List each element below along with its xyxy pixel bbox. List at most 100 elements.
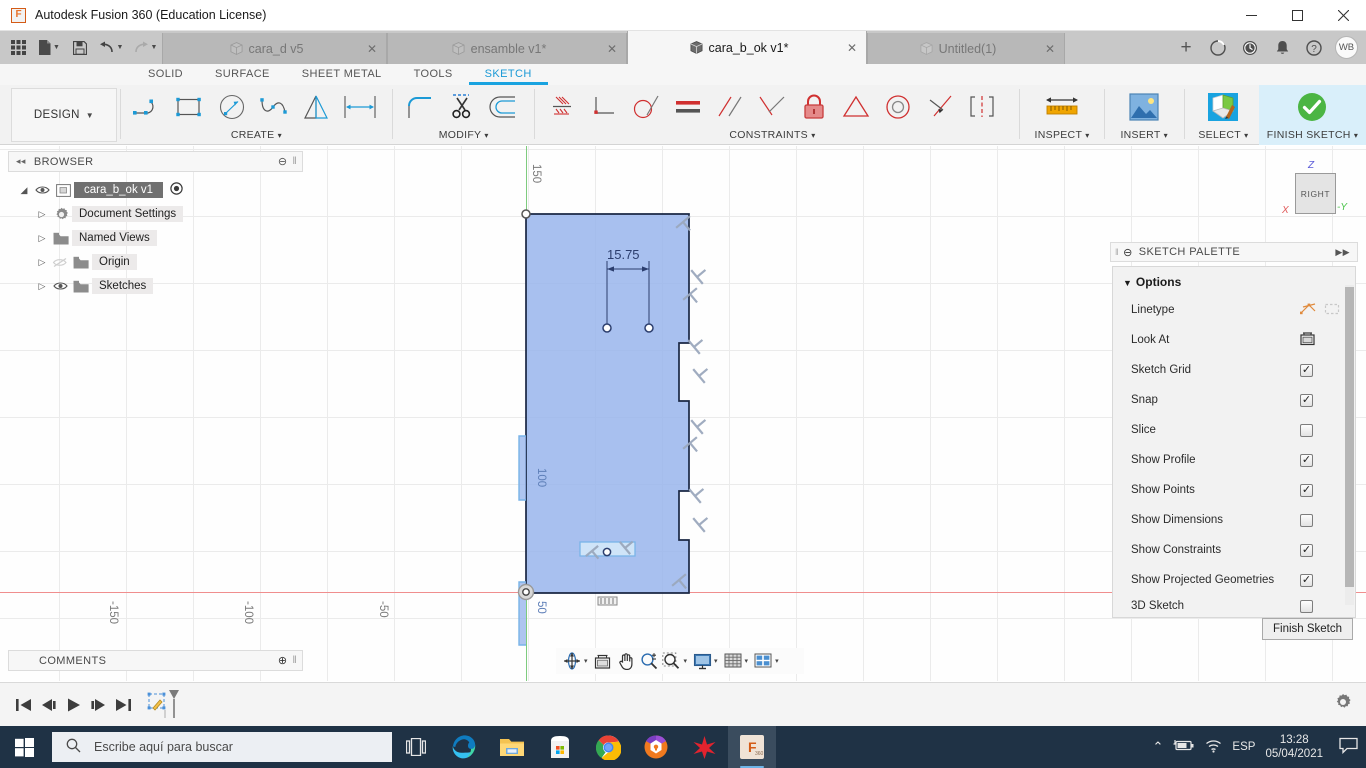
timeline-settings-icon[interactable] [1334, 693, 1352, 716]
workspace-selector[interactable]: DESIGN ▼ [11, 88, 117, 142]
option-show-projected-geometries[interactable]: Show Projected Geometries ✓ [1113, 565, 1355, 595]
perpendicular-constraint[interactable] [583, 86, 625, 128]
expand-arrow-icon[interactable]: ◢ [16, 185, 32, 196]
option-snap[interactable]: Snap ✓ [1113, 385, 1355, 415]
equal-constraint[interactable] [667, 86, 709, 128]
offset-tool[interactable] [483, 86, 525, 128]
select-tool[interactable] [1202, 86, 1244, 128]
search-input[interactable]: Escribe aquí para buscar [52, 732, 392, 762]
fix-constraint[interactable] [793, 86, 835, 128]
expand-panel-icon[interactable]: ▶▶ [1335, 247, 1350, 258]
tree-item-origin[interactable]: ▷ Origin [34, 250, 298, 274]
chevron-down-icon[interactable]: ▾ [775, 657, 779, 665]
palette-scrollbar-thumb[interactable] [1345, 287, 1354, 587]
user-avatar[interactable]: WB [1335, 36, 1358, 59]
finish-sketch-check-icon[interactable] [1291, 86, 1333, 128]
option-look-at[interactable]: Look At [1113, 325, 1355, 355]
display-settings[interactable] [691, 649, 713, 673]
close-button[interactable] [1320, 0, 1366, 31]
document-tab-cara_d[interactable]: cara_d v5 ✕ [162, 33, 387, 64]
chevron-down-icon[interactable]: ▾ [745, 657, 749, 665]
concentric-constraint[interactable] [877, 86, 919, 128]
sketch-point[interactable] [644, 323, 654, 333]
language-indicator[interactable]: ESP [1232, 741, 1255, 753]
app-grid-icon[interactable] [4, 34, 32, 62]
google-chrome-icon[interactable] [584, 726, 632, 768]
chevron-down-icon[interactable]: ▾ [278, 131, 282, 140]
tree-item-cara_b_ok[interactable]: ◢ cara_b_ok v1 [16, 178, 298, 202]
grid-snaps[interactable] [722, 649, 744, 673]
undo-icon[interactable]: ▼ [94, 34, 128, 62]
expand-arrow-icon[interactable]: ▷ [34, 257, 50, 268]
show-points-checkbox[interactable]: ✓ [1300, 483, 1313, 497]
fillet-tool[interactable] [399, 86, 441, 128]
chevron-down-icon[interactable]: ▾ [484, 131, 488, 140]
sketch-feature-marker[interactable] [142, 688, 188, 722]
trim-tool[interactable] [441, 86, 483, 128]
task-view-button[interactable] [392, 726, 440, 768]
option-show-dimensions[interactable]: Show Dimensions [1113, 505, 1355, 535]
close-tab-icon[interactable]: ✕ [367, 42, 377, 56]
option-show-points[interactable]: Show Points ✓ [1113, 475, 1355, 505]
show-dimensions-checkbox[interactable] [1300, 513, 1313, 527]
tree-item-named-views[interactable]: ▷ Named Views [34, 226, 298, 250]
tab-surface[interactable]: SURFACE [199, 64, 286, 85]
view-cube[interactable]: RIGHT [1295, 173, 1336, 214]
tangent-constraint[interactable] [625, 86, 667, 128]
insert-image-icon[interactable] [1123, 86, 1165, 128]
option-slice[interactable]: Slice [1113, 415, 1355, 445]
go-to-end-button[interactable] [111, 690, 136, 720]
minimize-button[interactable] [1228, 0, 1274, 31]
notifications-bell-icon[interactable] [1267, 33, 1297, 63]
construction-linetype-icon[interactable] [1324, 302, 1341, 319]
maximize-button[interactable] [1274, 0, 1320, 31]
chevron-down-icon[interactable]: ▾ [1085, 131, 1089, 140]
collinear-constraint[interactable] [919, 86, 961, 128]
option-linetype[interactable]: Linetype [1113, 295, 1355, 325]
coincident-constraint[interactable] [835, 86, 877, 128]
job-status-icon[interactable] [1203, 33, 1233, 63]
spline-tool[interactable] [253, 86, 295, 128]
step-forward-button[interactable] [86, 690, 111, 720]
option-show-profile[interactable]: Show Profile ✓ [1113, 445, 1355, 475]
pan-tool[interactable] [615, 649, 637, 673]
show-projected-geometries-checkbox[interactable]: ✓ [1300, 573, 1313, 587]
line-tool[interactable] [127, 86, 169, 128]
step-back-button[interactable] [36, 690, 61, 720]
close-tab-icon[interactable]: ✕ [607, 42, 617, 56]
go-to-beginning-button[interactable] [11, 690, 36, 720]
orbit-tool[interactable] [561, 649, 583, 673]
tab-solid[interactable]: SOLID [132, 64, 199, 85]
snap-checkbox[interactable]: ✓ [1300, 393, 1313, 407]
chevron-down-icon[interactable]: ▾ [1354, 131, 1358, 140]
play-button[interactable] [61, 690, 86, 720]
fusion360-icon[interactable]: F 360 [728, 726, 776, 768]
tree-item-sketches[interactable]: ▷ Sketches [34, 274, 298, 298]
wifi-icon[interactable] [1205, 739, 1222, 756]
tab-sketch[interactable]: SKETCH [468, 64, 548, 85]
visibility-eye-off-icon[interactable] [50, 257, 70, 268]
file-explorer-icon[interactable] [488, 726, 536, 768]
dimension-value-label[interactable]: 15.75 [607, 247, 640, 262]
symmetry-constraint[interactable] [961, 86, 1003, 128]
recent-clock-icon[interactable] [1235, 33, 1265, 63]
chevron-down-icon[interactable]: ▾ [684, 657, 688, 665]
midpoint-constraint[interactable] [751, 86, 793, 128]
expand-arrow-icon[interactable]: ▷ [34, 281, 50, 292]
option-show-constraints[interactable]: Show Constraints ✓ [1113, 535, 1355, 565]
close-tab-icon[interactable]: ✕ [847, 41, 857, 55]
tab-sheet-metal[interactable]: SHEET METAL [286, 64, 398, 85]
new-document-icon[interactable]: ▼ [32, 34, 66, 62]
start-button[interactable] [0, 726, 48, 768]
activate-radio-icon[interactable] [170, 182, 183, 198]
close-tab-icon[interactable]: ✕ [1045, 42, 1055, 56]
chevron-down-icon[interactable]: ▾ [714, 657, 718, 665]
minimize-panel-icon[interactable]: ⊖ [278, 155, 288, 168]
rectangle-tool[interactable] [169, 86, 211, 128]
chevron-down-icon[interactable]: ▾ [1244, 131, 1248, 140]
chevron-down-icon[interactable]: ▾ [1164, 131, 1168, 140]
finish-sketch-button[interactable]: Finish Sketch [1262, 618, 1353, 640]
viewports[interactable] [752, 649, 774, 673]
clock[interactable]: 13:28 05/04/2021 [1265, 733, 1323, 761]
zoom-tool[interactable] [638, 649, 660, 673]
